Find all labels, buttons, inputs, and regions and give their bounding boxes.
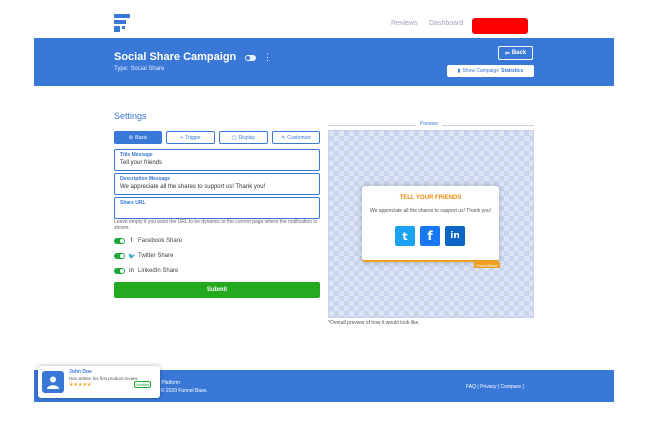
footer-links[interactable]: FAQ | Privacy | Compare | [466, 384, 524, 390]
preview-label: Preview [416, 121, 442, 127]
facebook-icon[interactable]: f [420, 226, 440, 246]
more-options-icon[interactable]: ⋮ [263, 52, 272, 63]
verified-badge: Verified [134, 381, 152, 388]
twitter-icon[interactable]: t [395, 226, 415, 246]
linkedin-icon[interactable]: in [445, 226, 465, 246]
title-message-value[interactable]: Tell your friends [120, 160, 162, 166]
back-label: Back [511, 50, 527, 56]
rating-stars-icon: ★★★★★ [69, 382, 92, 388]
submit-button[interactable]: Submit [114, 282, 320, 298]
chart-icon: ▮ [457, 68, 461, 74]
review-notification[interactable]: John Doe Has written his first product r… [38, 366, 160, 398]
campaign-header: Social Share Campaign ⋮ Type: Social Sha… [34, 38, 614, 86]
account-button[interactable] [472, 18, 528, 34]
tab-trigger[interactable]: + Trigger [166, 131, 215, 144]
title-message-label: Title Message [120, 152, 153, 158]
twitter-share-toggle[interactable] [114, 253, 125, 259]
share-url-help: Leave empty if you want the URL to be dy… [114, 219, 317, 231]
back-button[interactable]: ⇦ Back [498, 46, 533, 60]
nav-reviews-link[interactable]: Reviews [391, 20, 417, 27]
linkedin-share-label: LinkedIn Share [138, 268, 179, 274]
linkedin-share-toggle[interactable] [114, 268, 125, 274]
tab-label: Basic [135, 134, 148, 141]
title-message-field[interactable]: Title Message Tell your friends [114, 149, 320, 171]
user-avatar-icon [42, 371, 64, 393]
linkedin-share-row[interactable]: in LinkedIn Share [114, 267, 178, 275]
settings-title: Settings [114, 111, 147, 121]
share-url-input[interactable] [120, 208, 310, 218]
facebook-icon: f [130, 238, 133, 244]
description-message-label: Description Message [120, 176, 171, 182]
popup-title: TELL YOUR FRIENDS [399, 195, 462, 201]
customize-icon: ✎ [281, 134, 286, 141]
notification-name: John Doe [69, 369, 92, 375]
description-message-value[interactable]: We appreciate all the shares to support … [120, 184, 265, 190]
preview-note: *Overall preview of how it would look li… [328, 320, 420, 326]
back-arrow-icon: ⇦ [504, 50, 510, 57]
share-url-label: Share URL [120, 200, 146, 206]
tab-customize[interactable]: ✎ Customize [272, 131, 320, 144]
stats-label-strong: Statistics [501, 68, 524, 74]
show-statistics-button[interactable]: ▮ Show Campaign Statistics [447, 65, 534, 77]
description-message-field[interactable]: Description Message We appreciate all th… [114, 173, 320, 195]
display-icon: ▢ [231, 134, 237, 141]
trigger-icon: + [180, 134, 184, 141]
popup-text: We appreciate all the shares to support … [370, 208, 491, 214]
tab-display[interactable]: ▢ Display [219, 131, 268, 144]
powered-by-badge: FunnelBase [474, 262, 500, 268]
facebook-share-row[interactable]: f Facebook Share [114, 237, 182, 245]
twitter-share-row[interactable]: 🐦 Twitter Share [114, 252, 173, 260]
funnelbase-logo[interactable] [114, 14, 130, 32]
gear-icon: ⚙ [128, 134, 134, 141]
twitter-icon: 🐦 [128, 253, 136, 260]
tab-label: Customize [287, 134, 311, 141]
nav-dashboard-link[interactable]: Dashboard [429, 20, 463, 27]
tab-label: Display [238, 134, 256, 141]
linkedin-icon: in [129, 268, 134, 274]
share-url-field[interactable]: Share URL [114, 197, 320, 219]
twitter-share-label: Twitter Share [138, 253, 174, 259]
notification-message: Has written his first product review [69, 376, 138, 381]
tab-basic[interactable]: ⚙ Basic [114, 131, 162, 144]
facebook-share-label: Facebook Share [138, 238, 183, 244]
stats-label-prefix: Show Campaign [462, 68, 500, 74]
share-popup-preview: TELL YOUR FRIENDS We appreciate all the … [362, 186, 499, 262]
campaign-type: Type: Social Share [114, 66, 165, 72]
tab-label: Trigger [185, 134, 201, 141]
campaign-title: Social Share Campaign [114, 51, 237, 63]
facebook-share-toggle[interactable] [114, 238, 125, 244]
campaign-active-toggle[interactable] [245, 55, 256, 61]
